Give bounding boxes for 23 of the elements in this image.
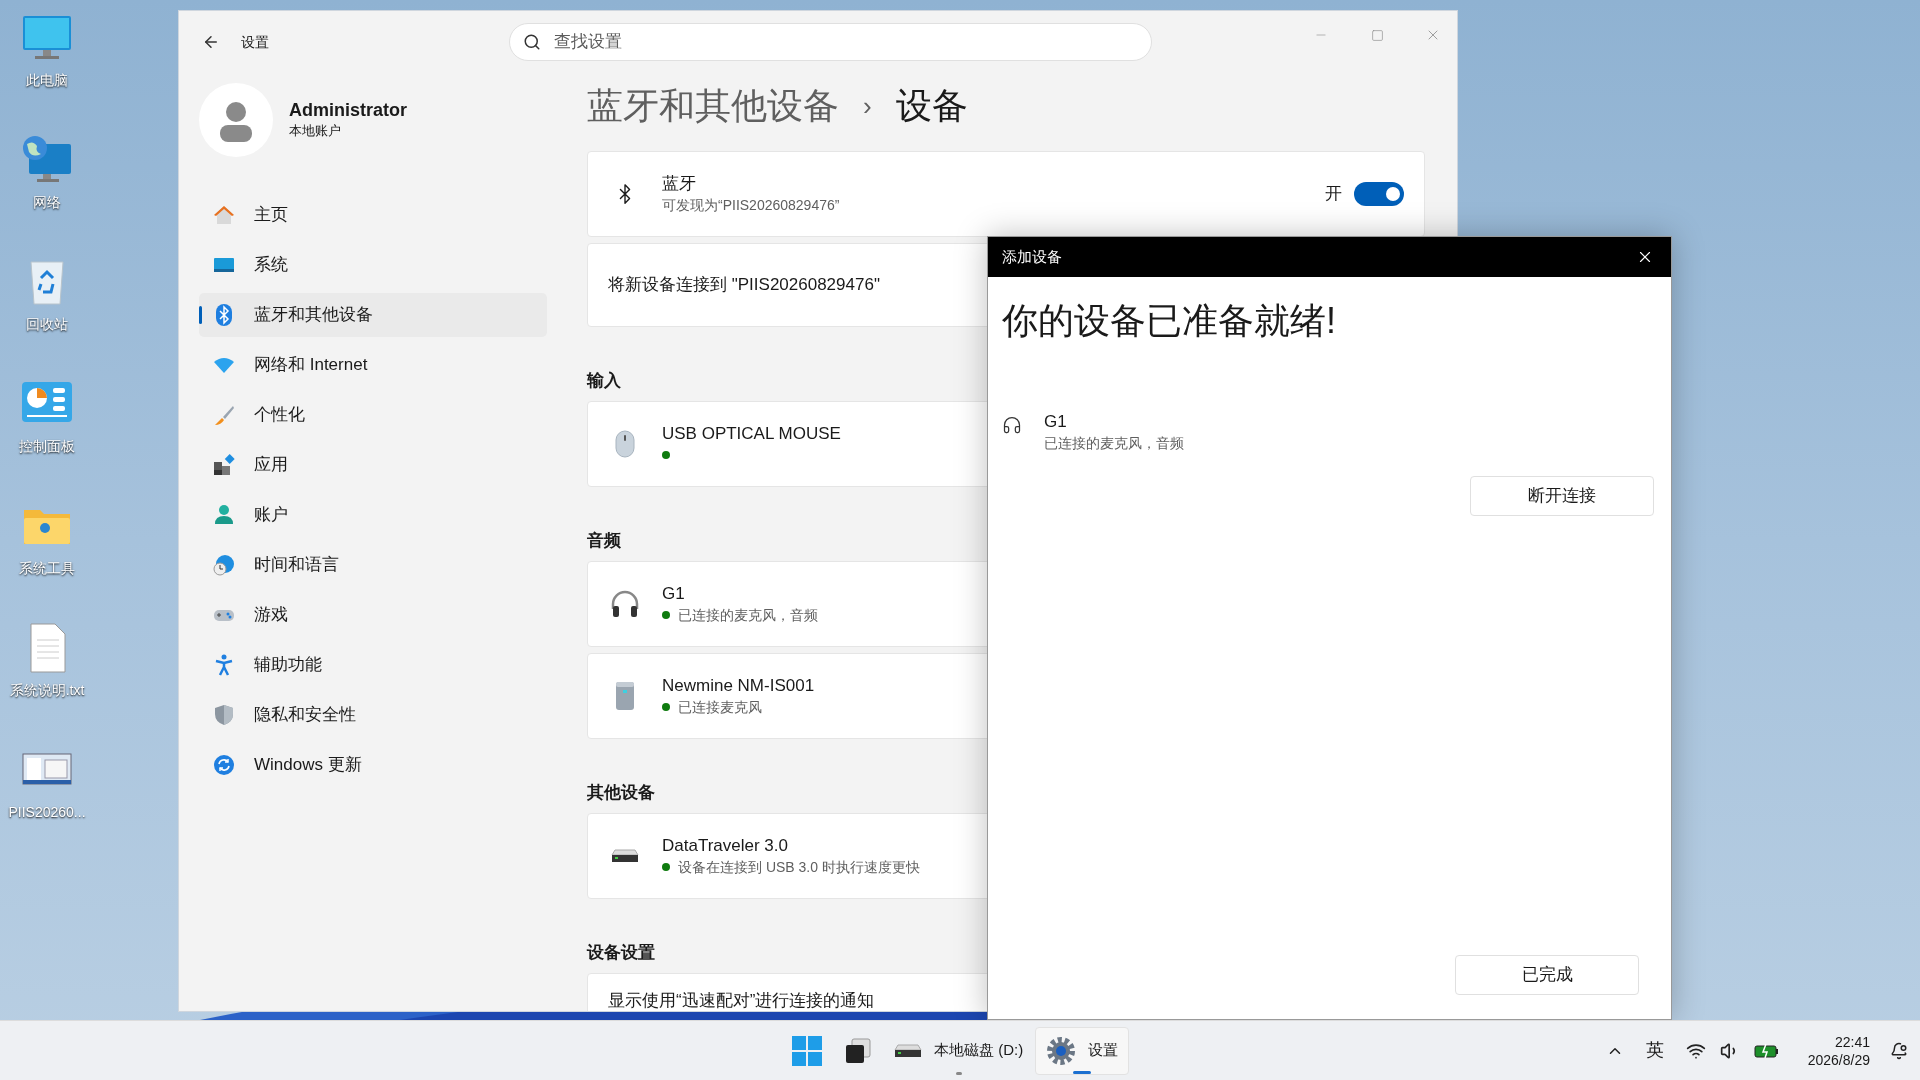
dialog-heading: 你的设备已准备就绪!	[1002, 299, 1337, 343]
breadcrumb-separator: ›	[863, 89, 872, 123]
section-heading: 输入	[587, 370, 622, 393]
setting-subtitle: 可发现为“PIIS20260829476”	[662, 195, 840, 215]
device-name: G1	[662, 583, 686, 605]
user-name: Administrator	[289, 99, 407, 122]
device-name: USB OPTICAL MOUSE	[662, 423, 841, 445]
device-name: G1	[1044, 411, 1068, 433]
section-heading: 设备设置	[587, 942, 656, 965]
device-status: 已连接麦克风	[678, 697, 762, 717]
device-status: 已连接的麦克风，音频	[1044, 434, 1184, 453]
setting-title: 蓝牙	[662, 172, 697, 195]
device-status: 已连接的麦克风，音频	[678, 605, 818, 625]
device-status: 设备在连接到 USB 3.0 时执行速度更快	[678, 857, 920, 877]
page-title: 设备	[895, 84, 968, 128]
dialog-title: 添加设备	[1002, 246, 1062, 267]
section-heading: 其他设备	[587, 782, 656, 805]
device-name: DataTraveler 3.0	[662, 835, 789, 857]
device-name: Newmine NM-IS001	[662, 675, 815, 697]
account-type: 本地账户	[289, 122, 342, 141]
section-heading: 音频	[587, 530, 622, 553]
toggle-state-label: 开	[1325, 183, 1342, 206]
window-title: 设置	[241, 32, 269, 52]
